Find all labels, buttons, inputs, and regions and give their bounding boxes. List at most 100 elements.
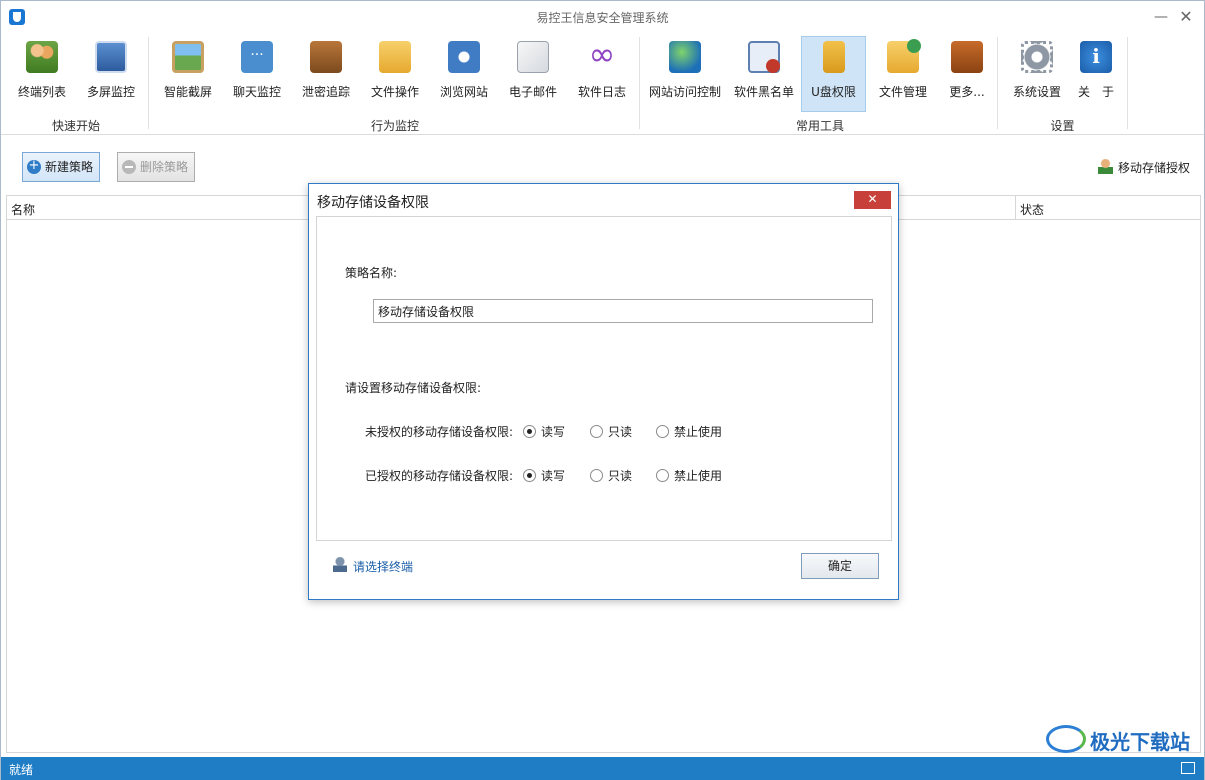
compass-icon bbox=[448, 41, 480, 73]
blacklist-icon bbox=[748, 41, 780, 73]
select-terminal-link[interactable]: 请选择终端 bbox=[333, 557, 414, 575]
tool-label: 网站访问控制 bbox=[648, 85, 721, 99]
folder-globe-icon bbox=[887, 39, 921, 73]
radio-label: 读写 bbox=[541, 425, 566, 439]
tool-software-blacklist[interactable]: 软件黑名单 bbox=[731, 37, 797, 113]
tool-about[interactable]: 关 于 bbox=[1073, 37, 1119, 113]
unauthorized-disable-radio[interactable]: 禁止使用 bbox=[656, 423, 722, 440]
infinity-icon bbox=[586, 35, 618, 73]
radio-unchecked-icon bbox=[656, 469, 669, 482]
tool-usb-permission[interactable]: U盘权限 bbox=[801, 36, 866, 112]
policy-name-input[interactable]: 移动存储设备权限 bbox=[373, 299, 873, 323]
unauthorized-read-only-radio[interactable]: 只读 bbox=[590, 423, 632, 440]
minimize-button[interactable]: — bbox=[1148, 5, 1174, 29]
close-window-button[interactable]: ✕ bbox=[1173, 5, 1199, 29]
tool-system-settings[interactable]: 系统设置 bbox=[1006, 37, 1068, 113]
group-label-behavior-monitor: 行为监控 bbox=[370, 119, 419, 133]
tool-smart-screenshot[interactable]: 智能截屏 bbox=[157, 37, 219, 113]
tool-label: 智能截屏 bbox=[163, 85, 212, 99]
tool-label: 软件黑名单 bbox=[733, 85, 794, 99]
briefcase-search-icon bbox=[310, 41, 342, 73]
authorized-read-write-radio[interactable]: 读写 bbox=[523, 467, 565, 484]
new-policy-label: 新建策略 bbox=[45, 160, 94, 174]
tool-file-operation[interactable]: 文件操作 bbox=[364, 37, 426, 113]
group-divider bbox=[148, 37, 149, 129]
info-icon bbox=[1080, 41, 1112, 73]
screens-icon bbox=[95, 41, 127, 73]
tool-more[interactable]: 更多... bbox=[941, 37, 993, 113]
column-header-status[interactable]: 状态 bbox=[1020, 201, 1044, 218]
column-header-name[interactable]: 名称 bbox=[11, 201, 35, 218]
tool-label: 更多... bbox=[949, 85, 985, 99]
new-policy-button[interactable]: 新建策略 bbox=[22, 152, 101, 182]
radio-label: 读写 bbox=[541, 469, 566, 483]
mail-tray-icon[interactable] bbox=[1181, 762, 1195, 774]
storage-authorization-label: 移动存储授权 bbox=[1118, 161, 1191, 175]
radio-unchecked-icon bbox=[656, 425, 669, 438]
authorized-permission-row: 已授权的移动存储设备权限: 读写 只读 禁止使用 bbox=[365, 467, 865, 487]
storage-permission-dialog: 移动存储设备权限 ✕ 策略名称: 移动存储设备权限 请设置移动存储设备权限: 未… bbox=[308, 183, 899, 600]
group-divider bbox=[997, 37, 998, 129]
radio-checked-icon bbox=[523, 425, 536, 438]
tool-label: 电子邮件 bbox=[508, 85, 557, 99]
tool-website-access-control[interactable]: 网站访问控制 bbox=[647, 37, 723, 113]
dialog-title: 移动存储设备权限 bbox=[317, 195, 429, 211]
tool-label: 系统设置 bbox=[1012, 85, 1061, 99]
permission-section-label: 请设置移动存储设备权限: bbox=[345, 381, 482, 395]
policy-name-label: 策略名称: bbox=[345, 266, 398, 280]
unauthorized-permission-label: 未授权的移动存储设备权限: bbox=[365, 425, 514, 439]
authorized-read-only-radio[interactable]: 只读 bbox=[590, 467, 632, 484]
folder-icon bbox=[379, 41, 411, 73]
picture-icon bbox=[172, 41, 204, 73]
tool-label: 文件管理 bbox=[878, 85, 927, 99]
title-bar: 易控王信息安全管理系统 — ✕ bbox=[1, 1, 1204, 33]
radio-unchecked-icon bbox=[590, 469, 603, 482]
group-divider bbox=[639, 37, 640, 129]
dialog-content-panel: 策略名称: 移动存储设备权限 请设置移动存储设备权限: 未授权的移动存储设备权限… bbox=[316, 216, 892, 541]
radio-unchecked-icon bbox=[590, 425, 603, 438]
user-icon bbox=[1098, 159, 1113, 174]
tool-label: U盘权限 bbox=[811, 85, 856, 99]
tool-label: 聊天监控 bbox=[232, 85, 281, 99]
radio-label: 禁止使用 bbox=[674, 425, 723, 439]
tool-terminal-list[interactable]: 终端列表 bbox=[11, 37, 73, 113]
authorized-disable-radio[interactable]: 禁止使用 bbox=[656, 467, 722, 484]
tool-browse-web[interactable]: 浏览网站 bbox=[433, 37, 495, 113]
status-bar: 就绪 bbox=[1, 757, 1204, 780]
ribbon-toolbar: 终端列表 多屏监控 快速开始 智能截屏 聊天监控 泄密追踪 文件操作 浏览网站 bbox=[1, 33, 1204, 135]
dialog-close-button[interactable]: ✕ bbox=[854, 191, 891, 209]
radio-checked-icon bbox=[523, 469, 536, 482]
watermark-text: 极光下载站 bbox=[1090, 730, 1190, 754]
watermark: 极光下载站 bbox=[1046, 723, 1201, 755]
group-divider bbox=[1127, 37, 1128, 129]
column-divider[interactable] bbox=[1015, 196, 1016, 220]
watermark-logo-icon bbox=[1046, 725, 1086, 753]
radio-label: 禁止使用 bbox=[674, 469, 723, 483]
tool-multi-screen[interactable]: 多屏监控 bbox=[81, 37, 141, 113]
usb-drive-icon bbox=[822, 41, 845, 73]
delete-policy-button[interactable]: 删除策略 bbox=[117, 152, 196, 182]
group-label-quick-start: 快速开始 bbox=[51, 119, 100, 133]
globe-lock-icon bbox=[669, 41, 701, 73]
tool-label: 泄密追踪 bbox=[301, 85, 350, 99]
radio-label: 只读 bbox=[608, 425, 633, 439]
tool-label: 浏览网站 bbox=[439, 85, 488, 99]
ok-button[interactable]: 确定 bbox=[801, 553, 879, 579]
tool-software-log[interactable]: 软件日志 bbox=[571, 35, 633, 113]
tool-email[interactable]: 电子邮件 bbox=[502, 37, 564, 113]
storage-authorization-link[interactable]: 移动存储授权 bbox=[1098, 159, 1190, 176]
tool-file-manager[interactable]: 文件管理 bbox=[872, 37, 934, 113]
users-icon bbox=[26, 41, 58, 73]
mail-icon bbox=[517, 41, 549, 73]
tool-label: 终端列表 bbox=[17, 85, 66, 99]
user-icon bbox=[333, 557, 347, 572]
unauthorized-read-write-radio[interactable]: 读写 bbox=[523, 423, 565, 440]
chat-bubble-icon bbox=[241, 41, 273, 73]
tool-leak-tracking[interactable]: 泄密追踪 bbox=[295, 37, 357, 113]
window-title: 易控王信息安全管理系统 bbox=[536, 11, 669, 25]
tool-chat-monitor[interactable]: 聊天监控 bbox=[226, 37, 288, 113]
unauthorized-permission-row: 未授权的移动存储设备权限: 读写 只读 禁止使用 bbox=[365, 423, 865, 443]
select-terminal-label: 请选择终端 bbox=[353, 560, 414, 574]
group-label-settings: 设置 bbox=[1050, 119, 1075, 133]
tool-label: 文件操作 bbox=[370, 85, 419, 99]
